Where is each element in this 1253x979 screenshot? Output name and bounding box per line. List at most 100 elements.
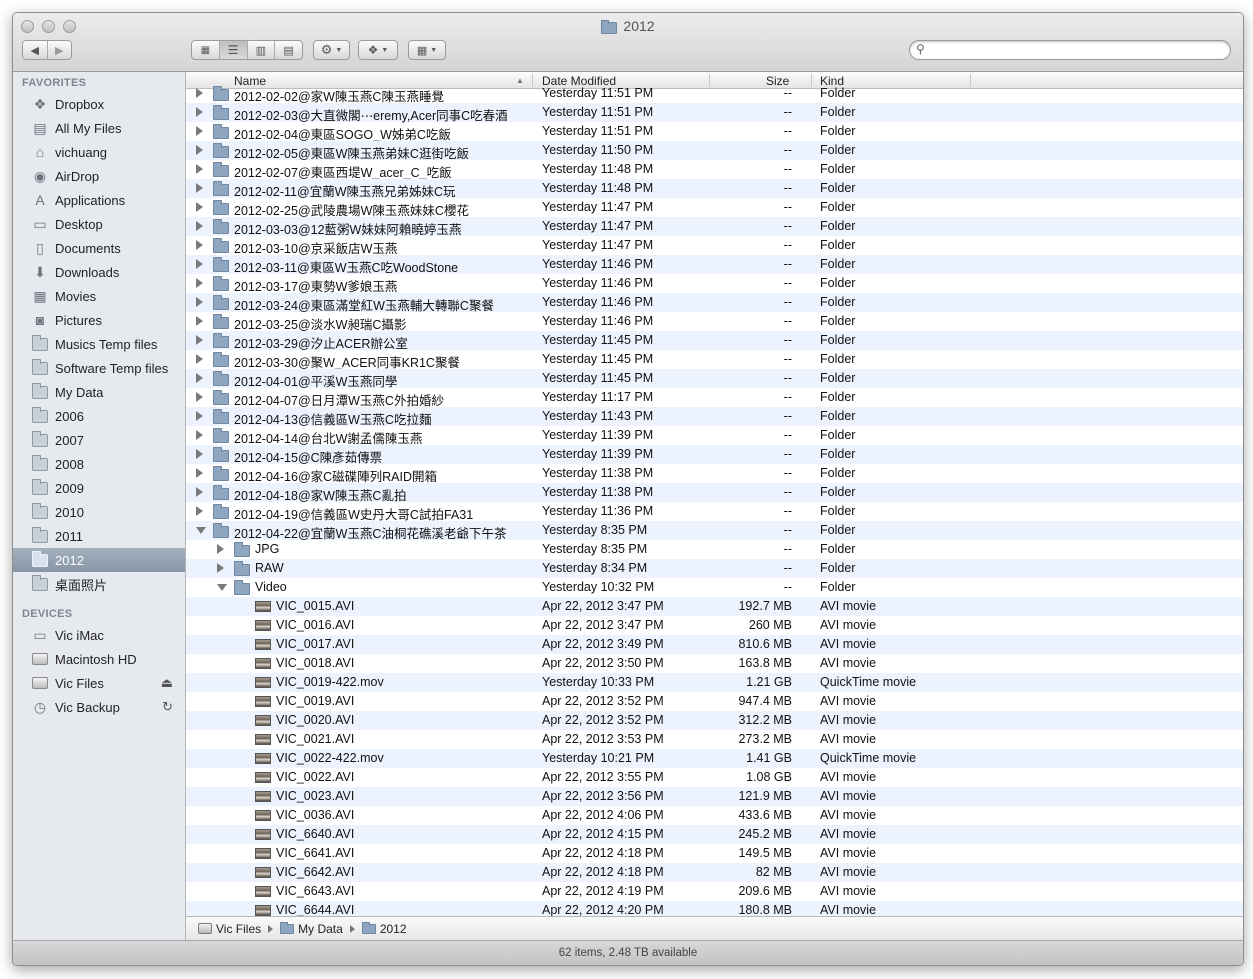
sidebar-item-favorites[interactable]: ⬇ Downloads bbox=[13, 260, 185, 284]
sidebar-item-favorites[interactable]: 2009 bbox=[13, 476, 185, 500]
disclosure-closed-icon[interactable] bbox=[196, 107, 203, 117]
folder-row[interactable]: 2012-03-17@東勢W爹娘玉燕 Yesterday 11:46 PM -- Fo… bbox=[186, 274, 1243, 294]
back-arrow-icon[interactable]: ◀ bbox=[23, 41, 48, 59]
folder-row[interactable]: 2012-04-07@日月潭W玉燕C外拍婚紗 Yesterday 11:17 PM… bbox=[186, 388, 1243, 408]
file-row[interactable]: VIC_0023.AVI Apr 22, 2012 3:56 PM 121.9 MB… bbox=[186, 787, 1243, 806]
disclosure-closed-icon[interactable] bbox=[196, 449, 203, 459]
path-segment[interactable]: My Data bbox=[280, 921, 343, 936]
sidebar-item-favorites[interactable]: My Data bbox=[13, 380, 185, 404]
folder-row[interactable]: 2012-04-19@信義區W史丹大哥C試拍FA31 Yesterday 11:3… bbox=[186, 502, 1243, 522]
file-row[interactable]: VIC_0017.AVI Apr 22, 2012 3:49 PM 810.6 MB… bbox=[186, 635, 1243, 654]
disclosure-closed-icon[interactable] bbox=[196, 145, 203, 155]
sidebar-item-favorites[interactable]: ◉ AirDrop bbox=[13, 164, 185, 188]
file-row[interactable]: VIC_0020.AVI Apr 22, 2012 3:52 PM 312.2 MB… bbox=[186, 711, 1243, 730]
file-row[interactable]: VIC_0019.AVI Apr 22, 2012 3:52 PM 947.4 MB… bbox=[186, 692, 1243, 711]
folder-row[interactable]: 2012-04-13@信義區W玉燕C吃拉麵 Yesterday 11:43 PM -… bbox=[186, 407, 1243, 427]
disclosure-closed-icon[interactable] bbox=[196, 164, 203, 174]
file-row[interactable]: VIC_0021.AVI Apr 22, 2012 3:53 PM 273.2 MB… bbox=[186, 730, 1243, 749]
sidebar-item-favorites[interactable]: 2011 bbox=[13, 524, 185, 548]
disclosure-closed-icon[interactable] bbox=[196, 202, 203, 212]
sidebar-item-favorites[interactable]: A Applications bbox=[13, 188, 185, 212]
disclosure-closed-icon[interactable] bbox=[196, 392, 203, 402]
folder-row[interactable]: RAW Yesterday 8:34 PM -- Folder bbox=[186, 559, 1243, 578]
sidebar-item-favorites[interactable]: ▭ Desktop bbox=[13, 212, 185, 236]
folder-row[interactable]: 2012-04-16@家C磁碟陣列RAID開箱 Yesterday 11:38 P… bbox=[186, 464, 1243, 484]
file-row[interactable]: VIC_0036.AVI Apr 22, 2012 4:06 PM 433.6 MB… bbox=[186, 806, 1243, 825]
file-row[interactable]: VIC_0022-422.mov Yesterday 10:21 PM 1.41 G… bbox=[186, 749, 1243, 768]
disclosure-closed-icon[interactable] bbox=[196, 183, 203, 193]
disclosure-closed-icon[interactable] bbox=[196, 240, 203, 250]
sidebar-item-favorites[interactable]: 2012 bbox=[13, 548, 185, 572]
disclosure-closed-icon[interactable] bbox=[196, 88, 203, 98]
disclosure-closed-icon[interactable] bbox=[196, 126, 203, 136]
path-segment[interactable]: 2012 bbox=[361, 921, 407, 936]
file-row[interactable]: VIC_6642.AVI Apr 22, 2012 4:18 PM 82 MB AVI… bbox=[186, 863, 1243, 882]
folder-row[interactable]: Video Yesterday 10:32 PM -- Folder bbox=[186, 578, 1243, 597]
disclosure-closed-icon[interactable] bbox=[196, 259, 203, 269]
disclosure-closed-icon[interactable] bbox=[196, 468, 203, 478]
arrange-menu-button[interactable]: ▦ ▼ bbox=[408, 40, 446, 60]
folder-row[interactable]: 2012-03-30@聚W_ACER同事KR1C聚餐 Yesterday 11:4… bbox=[186, 350, 1243, 370]
folder-row[interactable]: 2012-04-18@家W陳玉燕C亂拍 Yesterday 11:38 PM -- F… bbox=[186, 483, 1243, 503]
sidebar-item-favorites[interactable]: ▤ All My Files bbox=[13, 116, 185, 140]
file-row[interactable]: VIC_6641.AVI Apr 22, 2012 4:18 PM 149.5 MB… bbox=[186, 844, 1243, 863]
file-row[interactable]: VIC_0018.AVI Apr 22, 2012 3:50 PM 163.8 MB… bbox=[186, 654, 1243, 673]
action-menu-button[interactable]: ⚙ ▼ bbox=[313, 40, 350, 60]
sidebar-item-devices[interactable]: ◷ Vic Backup ↻ bbox=[13, 695, 185, 719]
disclosure-closed-icon[interactable] bbox=[196, 487, 203, 497]
disclosure-closed-icon[interactable] bbox=[196, 430, 203, 440]
sidebar-item-favorites[interactable]: 2010 bbox=[13, 500, 185, 524]
sidebar-item-devices[interactable]: Vic Files ⏏ bbox=[13, 671, 185, 695]
folder-row[interactable]: 2012-02-04@東區SOGO_W姊弟C吃飯 Yesterday 11:51 … bbox=[186, 122, 1243, 142]
disclosure-closed-icon[interactable] bbox=[196, 373, 203, 383]
coverflow-view-icon[interactable]: ▤ bbox=[275, 41, 302, 59]
sidebar-item-favorites[interactable]: 2008 bbox=[13, 452, 185, 476]
file-row[interactable]: VIC_0016.AVI Apr 22, 2012 3:47 PM 260 MB AV… bbox=[186, 616, 1243, 635]
sidebar-item-favorites[interactable]: 2007 bbox=[13, 428, 185, 452]
forward-arrow-icon[interactable]: ▶ bbox=[48, 41, 72, 59]
file-row[interactable]: VIC_0019-422.mov Yesterday 10:33 PM 1.21 G… bbox=[186, 673, 1243, 692]
folder-row[interactable]: 2012-04-14@台北W謝孟儒陳玉燕 Yesterday 11:39 PM --… bbox=[186, 426, 1243, 446]
disclosure-closed-icon[interactable] bbox=[196, 316, 203, 326]
sidebar-item-favorites[interactable]: Musics Temp files bbox=[13, 332, 185, 356]
disclosure-closed-icon[interactable] bbox=[217, 544, 224, 554]
folder-row[interactable]: 2012-04-01@平溪W玉燕同學 Yesterday 11:45 PM -- Fo… bbox=[186, 369, 1243, 389]
sidebar-item-favorites[interactable]: ▦ Movies bbox=[13, 284, 185, 308]
folder-row[interactable]: 2012-03-10@京采飯店W玉燕 Yesterday 11:47 PM -- Fo… bbox=[186, 236, 1243, 256]
disclosure-closed-icon[interactable] bbox=[196, 335, 203, 345]
sidebar-item-favorites[interactable]: 2006 bbox=[13, 404, 185, 428]
file-row[interactable]: VIC_0015.AVI Apr 22, 2012 3:47 PM 192.7 MB… bbox=[186, 597, 1243, 616]
file-row[interactable]: VIC_0022.AVI Apr 22, 2012 3:55 PM 1.08 GB A… bbox=[186, 768, 1243, 787]
folder-row[interactable]: 2012-03-29@汐止ACER辦公室 Yesterday 11:45 PM --… bbox=[186, 331, 1243, 351]
folder-row[interactable]: 2012-04-22@宜蘭W玉燕C油桐花礁溪老爺下午茶 Yesterday 8:3… bbox=[186, 521, 1243, 541]
sidebar-item-favorites[interactable]: 桌面照片 bbox=[13, 572, 185, 596]
disclosure-closed-icon[interactable] bbox=[217, 563, 224, 573]
path-segment[interactable]: Vic Files bbox=[198, 922, 261, 936]
eject-icon[interactable]: ⏏ bbox=[161, 675, 173, 691]
dropbox-menu-button[interactable]: ❖ ▼ bbox=[358, 40, 398, 60]
disclosure-closed-icon[interactable] bbox=[196, 506, 203, 516]
column-view-icon[interactable]: ▥ bbox=[248, 41, 276, 59]
sidebar-item-favorites[interactable]: ◙ Pictures bbox=[13, 308, 185, 332]
sidebar-item-favorites[interactable]: ⌂ vichuang bbox=[13, 140, 185, 164]
disclosure-closed-icon[interactable] bbox=[196, 354, 203, 364]
folder-row[interactable]: 2012-03-11@東區W玉燕C吃WoodStone Yesterday 11:… bbox=[186, 255, 1243, 275]
folder-row[interactable]: 2012-02-02@家W陳玉燕C陳玉燕睡覺 Yesterday 11:51 PM… bbox=[186, 84, 1243, 104]
folder-row[interactable]: 2012-02-03@大直微閣⋯eremy,Acer同事C吃春酒 Yesterda… bbox=[186, 103, 1243, 123]
disclosure-open-icon[interactable] bbox=[217, 584, 227, 591]
search-input[interactable] bbox=[932, 42, 1226, 60]
disclosure-closed-icon[interactable] bbox=[196, 411, 203, 421]
folder-row[interactable]: 2012-03-03@12藍粥W妹妹阿賴曉婷玉燕 Yesterday 11:47 … bbox=[186, 217, 1243, 237]
disclosure-open-icon[interactable] bbox=[196, 527, 206, 534]
list-view-icon[interactable]: ☰ bbox=[219, 41, 248, 59]
folder-row[interactable]: 2012-03-25@淡水W昶瑞C攝影 Yesterday 11:46 PM -- F… bbox=[186, 312, 1243, 332]
disclosure-closed-icon[interactable] bbox=[196, 278, 203, 288]
folder-row[interactable]: 2012-02-05@東區W陳玉燕弟妹C逛街吃飯 Yesterday 11:50 … bbox=[186, 141, 1243, 161]
search-field[interactable]: ⚲ bbox=[909, 40, 1231, 60]
file-row[interactable]: VIC_6643.AVI Apr 22, 2012 4:19 PM 209.6 MB… bbox=[186, 882, 1243, 901]
folder-row[interactable]: 2012-03-24@東區滿堂紅W玉燕輔大轉聯C聚餐 Yesterday 11:4… bbox=[186, 293, 1243, 313]
folder-row[interactable]: 2012-02-07@東區西堤W_acer_C_吃飯 Yesterday 11:4… bbox=[186, 160, 1243, 180]
file-row[interactable]: VIC_6644.AVI Apr 22, 2012 4:20 PM 180.8 MB… bbox=[186, 901, 1243, 916]
sync-icon[interactable]: ↻ bbox=[162, 699, 173, 715]
disclosure-closed-icon[interactable] bbox=[196, 297, 203, 307]
